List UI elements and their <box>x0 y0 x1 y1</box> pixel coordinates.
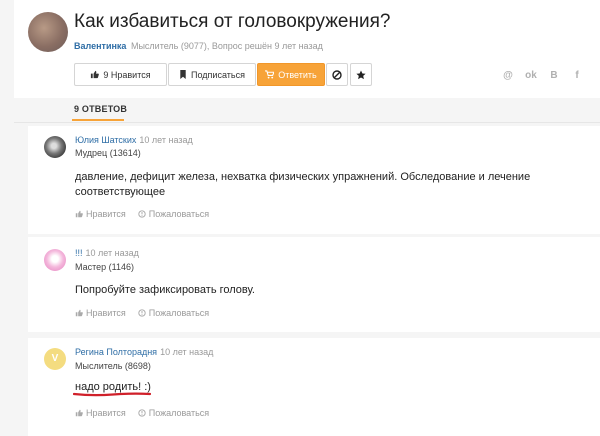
question-meta: Валентинка Мыслитель (9077), Вопрос решё… <box>74 41 323 51</box>
answer-author-line: Регина Полторадня 10 лет назад <box>75 347 213 357</box>
answer-item: Юлия Шатских 10 лет назад Мудрец (13614) … <box>28 126 600 234</box>
vk-icon[interactable]: B <box>548 70 560 82</box>
tab-answers[interactable]: 9 ОТВЕТОВ <box>74 104 127 114</box>
bookmark-icon <box>180 70 186 79</box>
answer-report-button[interactable]: Пожаловаться <box>138 408 209 418</box>
avatar[interactable] <box>44 249 66 271</box>
answer-item: V Регина Полторадня 10 лет назад Мыслител… <box>28 338 600 436</box>
thumbs-up-icon <box>75 210 83 218</box>
answers-tabs: 9 ОТВЕТОВ <box>14 98 600 124</box>
answer-author-rank: Мыслитель (8698) <box>75 361 151 371</box>
answer-time: 10 лет назад <box>85 248 139 258</box>
answer-author-line: !!! 10 лет назад <box>75 248 139 258</box>
report-label: Пожаловаться <box>148 308 210 318</box>
question-meta-text: Мыслитель (9077), Вопрос решён 9 лет наз… <box>130 41 323 51</box>
red-underline-mark <box>73 392 151 397</box>
report-label: Пожаловаться <box>148 408 210 418</box>
mail-icon[interactable]: @ <box>502 70 514 82</box>
answer-author-link[interactable]: Регина Полторадня <box>75 347 157 357</box>
tabs-divider <box>14 122 600 123</box>
answer-actions: Нравится Пожаловаться <box>75 408 209 418</box>
answer-button-label: Ответить <box>278 69 317 80</box>
like-label: Нравится <box>86 209 126 219</box>
question-author-link[interactable]: Валентинка <box>74 41 126 51</box>
tab-active-indicator <box>72 119 124 121</box>
thumbs-up-icon <box>91 70 100 79</box>
thumbs-up-icon <box>75 309 83 317</box>
ban-icon <box>332 69 342 80</box>
answer-report-button[interactable]: Пожаловаться <box>138 209 209 219</box>
report-icon <box>138 409 146 417</box>
like-button[interactable]: 9 Нравится <box>74 63 167 86</box>
thumbs-up-icon <box>75 409 83 417</box>
ban-button[interactable] <box>326 63 348 86</box>
answer-button[interactable]: Ответить <box>257 63 325 86</box>
subscribe-button[interactable]: Подписаться <box>168 63 256 86</box>
odnoklassniki-icon[interactable]: ok <box>525 70 537 82</box>
answer-author-link[interactable]: Юлия Шатских <box>75 135 136 145</box>
answer-author-line: Юлия Шатских 10 лет назад <box>75 135 193 145</box>
answer-author-rank: Мудрец (13614) <box>75 148 141 158</box>
answer-time: 10 лет назад <box>139 135 193 145</box>
subscribe-button-label: Подписаться <box>191 69 245 80</box>
question-author-avatar[interactable] <box>28 12 68 52</box>
favorite-button[interactable] <box>350 63 372 86</box>
answer-like-button[interactable]: Нравится <box>75 209 126 219</box>
report-icon <box>138 309 146 317</box>
like-button-label: 9 Нравится <box>103 69 151 80</box>
report-label: Пожаловаться <box>148 209 210 219</box>
star-icon <box>356 70 366 79</box>
avatar[interactable] <box>44 136 66 158</box>
answer-text: давление, дефицит железа, нехватка физич… <box>75 171 531 198</box>
report-icon <box>138 210 146 218</box>
answer-author-link[interactable]: !!! <box>75 248 83 258</box>
answer-report-button[interactable]: Пожаловаться <box>138 308 209 318</box>
answer-like-button[interactable]: Нравится <box>75 308 126 318</box>
answer-item: !!! 10 лет назад Мастер (1146) Попробуйте… <box>28 237 600 332</box>
answer-text: Попробуйте зафиксировать голову. <box>75 284 255 296</box>
like-label: Нравится <box>86 408 126 418</box>
answer-time: 10 лет назад <box>160 347 214 357</box>
facebook-icon[interactable]: f <box>571 70 583 82</box>
avatar[interactable]: V <box>44 348 66 370</box>
question-card: Как избавиться от головокружения? Валент… <box>14 0 600 98</box>
answer-like-button[interactable]: Нравится <box>75 408 126 418</box>
like-label: Нравится <box>86 308 126 318</box>
avatar-letter: V <box>51 353 59 364</box>
answer-actions: Нравится Пожаловаться <box>75 209 209 219</box>
question-title: Как избавиться от головокружения? <box>74 11 391 32</box>
answer-actions: Нравится Пожаловаться <box>75 308 209 318</box>
cart-icon <box>265 70 275 79</box>
share-icons: @ ok B f <box>502 70 583 82</box>
answer-author-rank: Мастер (1146) <box>75 262 134 272</box>
